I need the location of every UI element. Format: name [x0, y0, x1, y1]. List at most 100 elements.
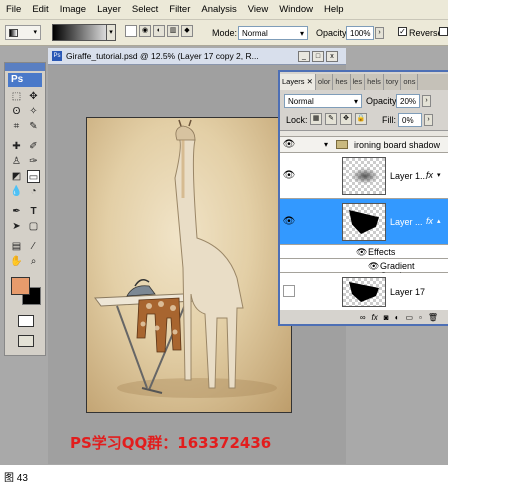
reflected-gradient-button[interactable]: ▥	[167, 25, 179, 37]
visibility-eye-icon[interactable]: 👁	[282, 216, 296, 228]
fx-icon[interactable]: fx	[426, 170, 433, 180]
new-group-icon[interactable]: ▭	[405, 313, 413, 322]
crop-tool-icon[interactable]: ⌗	[10, 120, 23, 133]
eyedropper-tool-icon[interactable]: ⁄	[27, 240, 40, 253]
brush-tool-icon[interactable]: ✐	[27, 140, 40, 153]
layer-group-row[interactable]: 👁 ▾ ironing board shadow	[280, 137, 448, 153]
tab-layers[interactable]: Layers ✕	[280, 74, 316, 90]
reverse-checkbox[interactable]: ✓	[398, 27, 407, 36]
layer-opacity-slider-button[interactable]: ›	[422, 95, 431, 107]
menu-analysis[interactable]: Analysis	[201, 4, 236, 15]
radial-gradient-button[interactable]: ◉	[139, 25, 151, 37]
opacity-label: Opacity:	[316, 28, 350, 38]
linear-gradient-button[interactable]	[125, 25, 137, 37]
quick-mask-button[interactable]	[18, 315, 34, 327]
dither-checkbox[interactable]	[439, 27, 448, 36]
mode-select[interactable]: Normal ▾	[238, 26, 308, 40]
adjustment-layer-icon[interactable]: ◐	[395, 313, 400, 322]
close-button[interactable]: x	[326, 51, 338, 62]
tab-swatches[interactable]: hes	[333, 74, 351, 90]
tab-history[interactable]: tory	[383, 74, 402, 90]
chevron-up-icon[interactable]: ▴	[437, 217, 441, 225]
layer-opacity-input[interactable]: 20%	[396, 94, 420, 108]
opacity-input[interactable]: 100%	[346, 26, 374, 40]
shape-preview	[349, 282, 379, 302]
chevron-down-icon: ▾	[33, 29, 37, 36]
layer-row-selected[interactable]: 👁 Layer ... fx ▴	[280, 199, 448, 245]
blend-mode-select[interactable]: Normal ▾	[284, 94, 362, 108]
fx-icon[interactable]: fx	[426, 216, 433, 226]
marquee-tool-icon[interactable]: ⬚	[10, 90, 23, 103]
visibility-toggle-off[interactable]	[283, 285, 295, 297]
hand-tool-icon[interactable]: ✋	[10, 255, 23, 268]
menu-edit[interactable]: Edit	[32, 4, 48, 15]
move-tool-icon[interactable]: ✥	[27, 90, 40, 103]
shape-tool-icon[interactable]: ▢	[27, 220, 40, 233]
eye-icon[interactable]: 👁	[368, 261, 379, 272]
maximize-button[interactable]: □	[312, 51, 324, 62]
tab-color[interactable]: olor	[315, 74, 334, 90]
foreground-color-swatch[interactable]	[11, 277, 30, 295]
eraser-tool-icon[interactable]: ◩	[10, 170, 23, 183]
new-layer-icon[interactable]: ▫	[419, 313, 422, 322]
layer-mask-icon[interactable]: ◙	[384, 313, 389, 322]
folder-icon	[336, 140, 348, 149]
pen-tool-icon[interactable]: ✒	[10, 205, 23, 218]
eye-icon[interactable]: 👁	[356, 247, 367, 258]
blur-tool-icon[interactable]: 💧	[10, 185, 23, 198]
opacity-slider-button[interactable]: ›	[375, 27, 384, 39]
lock-transparency-icon[interactable]: ▦	[310, 113, 322, 125]
menu-file[interactable]: File	[6, 4, 21, 15]
angle-gradient-button[interactable]: ◐	[153, 25, 165, 37]
fill-slider-button[interactable]: ›	[424, 114, 433, 126]
photoshop-window: File Edit Image Layer Select Filter Anal…	[0, 0, 448, 465]
layer-thumbnail	[342, 157, 386, 195]
magic-wand-icon[interactable]: ✧	[27, 105, 40, 118]
link-layers-icon[interactable]: ∞	[360, 313, 366, 322]
gradient-overlay-row[interactable]: 👁 Gradient Overlay	[280, 259, 448, 281]
menu-filter[interactable]: Filter	[169, 4, 190, 15]
chevron-down-icon[interactable]: ▾	[324, 140, 328, 149]
layer-row-1[interactable]: 👁 Layer 1... fx ▾	[280, 153, 448, 199]
close-icon[interactable]: ✕	[307, 77, 313, 86]
tool-preset-picker[interactable]: ▾	[5, 25, 41, 40]
tab-styles[interactable]: les	[350, 74, 366, 90]
notes-tool-icon[interactable]: ▤	[10, 240, 23, 253]
visibility-eye-icon[interactable]: 👁	[282, 170, 296, 182]
menu-help[interactable]: Help	[324, 4, 344, 15]
lock-all-icon[interactable]: 🔒	[355, 113, 367, 125]
menu-image[interactable]: Image	[60, 4, 86, 15]
menu-bar: File Edit Image Layer Select Filter Anal…	[0, 0, 448, 20]
gradient-tool-icon[interactable]: ▭	[27, 170, 40, 183]
history-brush-icon[interactable]: ✑	[27, 155, 40, 168]
trash-icon[interactable]: 🗑	[428, 313, 438, 322]
clone-stamp-icon[interactable]: ♙	[10, 155, 23, 168]
gradient-dropdown-button[interactable]: ▾	[106, 24, 116, 41]
slice-tool-icon[interactable]: ✎	[27, 120, 40, 133]
layer-style-icon[interactable]: fx	[372, 313, 378, 322]
zoom-tool-icon[interactable]: ⌕	[27, 255, 40, 268]
menu-layer[interactable]: Layer	[97, 4, 121, 15]
screen-mode-button[interactable]	[18, 335, 34, 347]
minimize-button[interactable]: _	[298, 51, 310, 62]
canvas-image[interactable]	[86, 117, 292, 413]
visibility-eye-icon[interactable]: 👁	[282, 139, 296, 151]
lock-pixels-icon[interactable]: ✎	[325, 113, 337, 125]
lasso-tool-icon[interactable]: ʘ	[10, 105, 23, 118]
tab-channels[interactable]: hels	[365, 74, 384, 90]
fill-input[interactable]: 0%	[398, 113, 422, 127]
dodge-tool-icon[interactable]: ◔	[27, 185, 40, 198]
healing-brush-icon[interactable]: ✚	[10, 140, 23, 153]
layer-row-17[interactable]: Layer 17	[280, 273, 448, 310]
diamond-gradient-button[interactable]: ◆	[181, 25, 193, 37]
effects-row[interactable]: 👁 Effects	[280, 245, 448, 259]
menu-view[interactable]: View	[248, 4, 268, 15]
path-selection-icon[interactable]: ➤	[10, 220, 23, 233]
type-tool-icon[interactable]: T	[27, 205, 40, 218]
lock-position-icon[interactable]: ✥	[340, 113, 352, 125]
menu-window[interactable]: Window	[279, 4, 313, 15]
menu-select[interactable]: Select	[132, 4, 158, 15]
layers-footer: ∞ fx ◙ ◐ ▭ ▫ 🗑	[280, 310, 448, 324]
tab-actions[interactable]: ons	[401, 74, 419, 90]
chevron-down-icon[interactable]: ▾	[437, 171, 441, 179]
